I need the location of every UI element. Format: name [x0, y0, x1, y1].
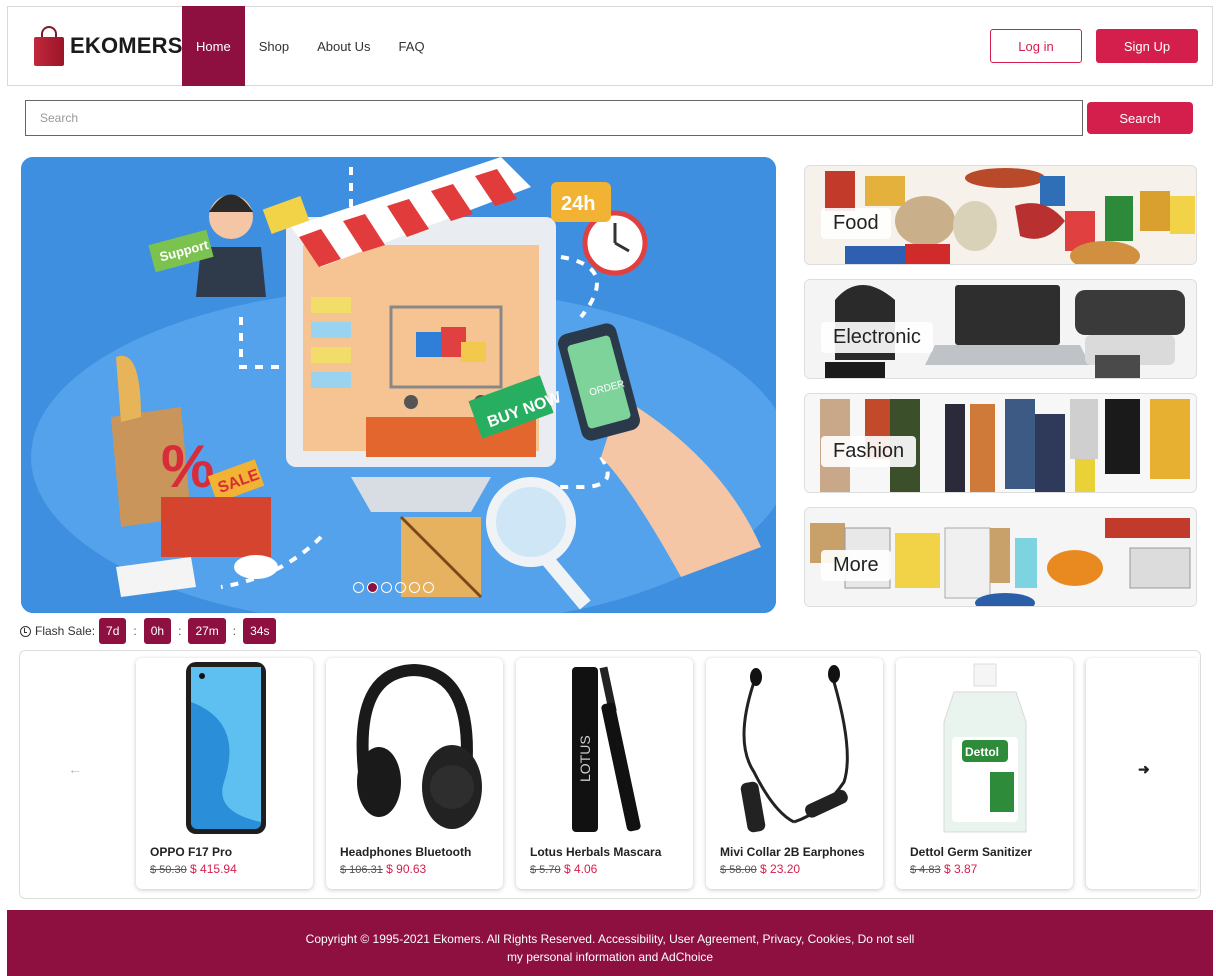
- sale-price: $ 90.63: [386, 862, 427, 876]
- category-food[interactable]: Food: [804, 165, 1197, 265]
- arrow-left-icon[interactable]: ←: [68, 761, 82, 777]
- search-input[interactable]: [25, 100, 1083, 136]
- sale-price: $ 23.20: [760, 862, 801, 876]
- sale-price: $ 4.06: [563, 862, 598, 876]
- flash-sale-label: Flash Sale:: [35, 624, 96, 638]
- nav-home[interactable]: Home: [182, 6, 245, 86]
- shopping-bag-icon: [32, 26, 66, 66]
- product-image-mascara: LOTUS: [572, 666, 641, 832]
- countdown-days: 7d: [99, 618, 127, 644]
- product-card[interactable]: LOTUS Lotus Herbals Mascara $ 5.70 $ 4.0…: [516, 658, 693, 889]
- product-image-sanitizer: Dettol: [943, 663, 1027, 833]
- carousel-dot[interactable]: [409, 582, 420, 593]
- nav-faq[interactable]: FAQ: [385, 6, 439, 86]
- mascara-brand-text: LOTUS: [577, 735, 593, 782]
- copyright-text: Copyright © 1995-2021 Ekomers. All Right…: [305, 932, 915, 964]
- sale-price: $ 3.87: [943, 862, 978, 876]
- category-electronic[interactable]: Electronic: [804, 279, 1197, 379]
- product-image-phone: [186, 662, 266, 834]
- product-price: $ 5.70 $ 4.06: [530, 862, 597, 876]
- product-price: $ 50.30 $ 415.94: [150, 862, 237, 876]
- old-price: $ 5.70: [530, 864, 561, 876]
- old-price: $ 58.00: [720, 864, 757, 876]
- product-name: Headphones Bluetooth: [340, 845, 472, 859]
- countdown-minutes: 27m: [188, 618, 226, 644]
- clock-icon: [20, 625, 31, 637]
- carousel-dot-active[interactable]: [367, 582, 378, 593]
- product-image-headphones: [356, 663, 482, 829]
- footer: Copyright © 1995-2021 Ekomers. All Right…: [7, 910, 1213, 976]
- product-price: $ 106.31 $ 90.63: [340, 862, 426, 876]
- hero-banner[interactable]: BUY NOW ORDER 24h Support % SALE: [21, 157, 776, 613]
- carousel-dot[interactable]: [381, 582, 392, 593]
- nav-about-us[interactable]: About Us: [303, 6, 384, 86]
- product-card[interactable]: OPPO F17 Pro $ 50.30 $ 415.94: [136, 658, 313, 889]
- svg-text:%: %: [161, 433, 214, 500]
- carousel-dot[interactable]: [423, 582, 434, 593]
- product-name: Dettol Germ Sanitizer: [910, 845, 1033, 859]
- product-image-earphones: [740, 665, 849, 833]
- countdown-seconds: 34s: [243, 618, 277, 644]
- product-name: Lotus Herbals Mascara: [530, 845, 662, 859]
- brand-logo[interactable]: EKOMERS: [32, 20, 183, 72]
- carousel-dot[interactable]: [353, 582, 364, 593]
- hero-illustration: BUY NOW ORDER 24h Support % SALE: [21, 157, 776, 613]
- category-label: Electronic: [821, 322, 933, 353]
- nav-links: Home Shop About Us FAQ: [182, 6, 439, 86]
- countdown-separator: :: [232, 624, 237, 638]
- product-name: Mivi Collar 2B Earphones: [720, 845, 865, 859]
- carousel-dots: [353, 582, 434, 593]
- category-label: Food: [821, 208, 891, 239]
- nav-shop[interactable]: Shop: [245, 6, 303, 86]
- signup-button[interactable]: Sign Up: [1096, 29, 1198, 63]
- 24h-text: 24h: [561, 193, 595, 215]
- product-name: OPPO F17 Pro: [150, 845, 233, 859]
- category-label: Fashion: [821, 436, 917, 467]
- login-button[interactable]: Log in: [990, 29, 1082, 63]
- product-price: $ 4.83 $ 3.87: [910, 862, 977, 876]
- brand-name: EKOMERS: [70, 33, 183, 58]
- sale-price: $ 415.94: [190, 862, 237, 876]
- product-card[interactable]: Mivi Collar 2B Earphones $ 58.00 $ 23.20: [706, 658, 883, 889]
- old-price: $ 50.30: [150, 864, 187, 876]
- top-navbar: EKOMERS Home Shop About Us FAQ Log in Si…: [7, 6, 1213, 86]
- old-price: $ 4.83: [910, 864, 941, 876]
- category-label: More: [821, 550, 891, 581]
- search-button[interactable]: Search: [1087, 102, 1193, 134]
- flash-sale-timer: Flash Sale: 7d : 0h : 27m : 34s: [20, 617, 277, 645]
- countdown-separator: :: [178, 624, 182, 638]
- product-price: $ 58.00 $ 23.20: [720, 862, 800, 876]
- product-carousel: ← OPPO F17 Pro $ 50.30 $ 415.94 Headphon…: [19, 650, 1201, 899]
- product-card[interactable]: Headphones Bluetooth $ 106.31 $ 90.63: [326, 658, 503, 889]
- countdown-separator: :: [133, 624, 137, 638]
- old-price: $ 106.31: [340, 864, 383, 876]
- countdown-hours: 0h: [143, 618, 172, 644]
- carousel-dot[interactable]: [395, 582, 406, 593]
- dettol-brand-text: Dettol: [965, 745, 999, 759]
- product-card[interactable]: Dettol Dettol Germ Sanitizer $ 4.83 $ 3.…: [896, 658, 1073, 889]
- category-fashion[interactable]: Fashion: [804, 393, 1197, 493]
- category-more[interactable]: More: [804, 507, 1197, 607]
- arrow-right-icon[interactable]: ➜: [1138, 761, 1150, 778]
